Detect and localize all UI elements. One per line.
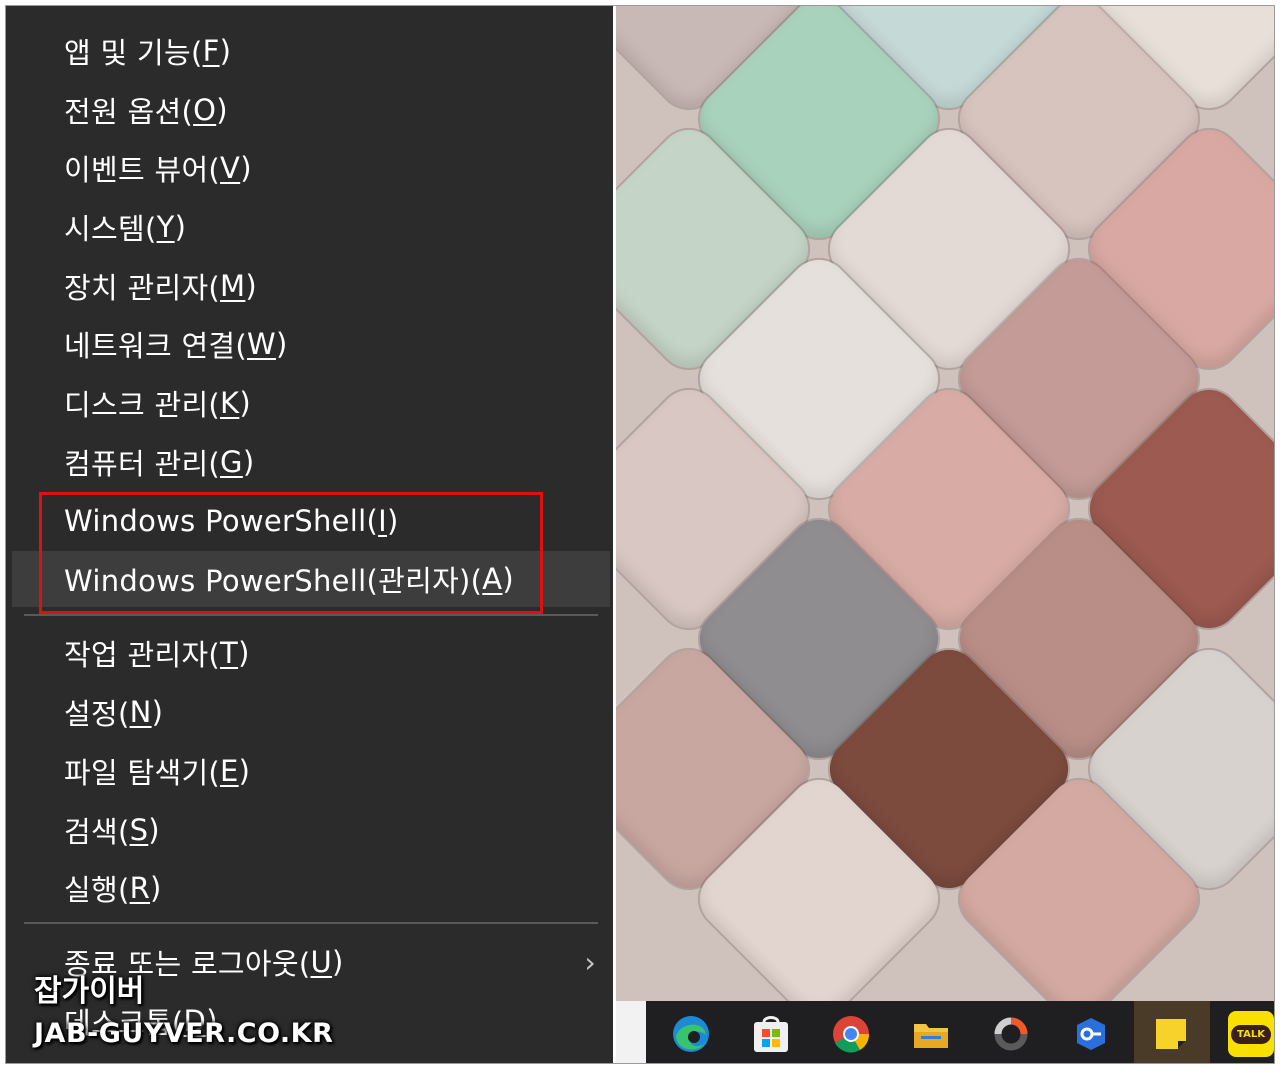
- winx-context-menu: 앱 및 기능(F) 전원 옵션(O) 이벤트 뷰어(V) 시스템(Y) 장치 관…: [6, 6, 613, 1063]
- menu-item-settings[interactable]: 설정(N): [12, 684, 610, 740]
- chevron-right-icon: ›: [584, 946, 596, 979]
- watermark: 잡가이버 JAB-GUYVER.CO.KR: [34, 974, 333, 1052]
- watermark-url: JAB-GUYVER.CO.KR: [34, 1018, 334, 1049]
- menu-item-task-manager[interactable]: 작업 관리자(T): [12, 625, 610, 681]
- menu-item-device-manager[interactable]: 장치 관리자(M): [12, 258, 610, 314]
- menu-item-power-options[interactable]: 전원 옵션(O): [12, 82, 610, 138]
- kakaotalk-icon[interactable]: TALK: [1228, 1011, 1274, 1057]
- menu-item-computer-management[interactable]: 컴퓨터 관리(G): [12, 434, 610, 490]
- taskbar: TALK: [646, 1001, 1274, 1063]
- file-explorer-icon[interactable]: [908, 1011, 954, 1057]
- menu-separator: [24, 922, 598, 924]
- menu-item-apps-features[interactable]: 앱 및 기능(F): [12, 23, 610, 79]
- taskbar-edge: [616, 1001, 646, 1063]
- menu-item-disk-management[interactable]: 디스크 관리(K): [12, 375, 610, 431]
- menu-item-file-explorer[interactable]: 파일 탐색기(E): [12, 743, 610, 799]
- menu-item-system[interactable]: 시스템(Y): [12, 199, 610, 255]
- microsoft-store-icon[interactable]: [748, 1011, 794, 1057]
- menu-item-run[interactable]: 실행(R): [12, 860, 610, 916]
- menu-separator: [24, 614, 598, 616]
- menu-item-event-viewer[interactable]: 이벤트 뷰어(V): [12, 140, 610, 196]
- app-loader-icon[interactable]: [988, 1011, 1034, 1057]
- menu-item-network-connections[interactable]: 네트워크 연결(W): [12, 316, 610, 372]
- menu-item-powershell[interactable]: Windows PowerShell(I): [12, 493, 610, 549]
- menu-item-search[interactable]: 검색(S): [12, 802, 610, 858]
- edge-icon[interactable]: [668, 1011, 714, 1057]
- security-key-icon[interactable]: [1068, 1011, 1114, 1057]
- desktop-wallpaper: [616, 6, 1274, 1006]
- kakaotalk-label: TALK: [1231, 1024, 1271, 1044]
- menu-item-powershell-admin[interactable]: Windows PowerShell(관리자)(A): [12, 551, 610, 607]
- sticky-notes-icon[interactable]: [1148, 1011, 1194, 1057]
- watermark-name: 잡가이버: [34, 974, 145, 1009]
- screenshot-frame: 앱 및 기능(F) 전원 옵션(O) 이벤트 뷰어(V) 시스템(Y) 장치 관…: [5, 5, 1275, 1064]
- chrome-icon[interactable]: [828, 1011, 874, 1057]
